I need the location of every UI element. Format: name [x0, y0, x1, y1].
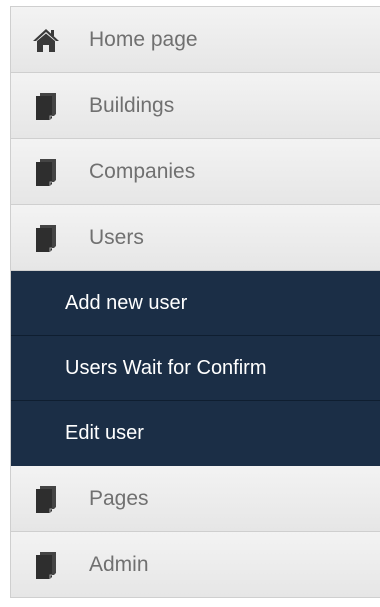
- submenu-item-label: Add new user: [65, 291, 188, 314]
- menu-item-label: Buildings: [89, 93, 175, 117]
- menu-item-label: Users: [89, 225, 144, 249]
- submenu-item-users-wait-for-confirm[interactable]: Users Wait for Confirm: [11, 336, 380, 401]
- menu-item-home-page[interactable]: Home page: [11, 7, 380, 73]
- submenu-item-label: Users Wait for Confirm: [65, 356, 267, 379]
- submenu-item-edit-user[interactable]: Edit user: [11, 401, 380, 466]
- menu-item-label: Pages: [89, 486, 149, 510]
- submenu-item-add-new-user[interactable]: Add new user: [11, 271, 380, 336]
- menu-item-admin[interactable]: Admin: [11, 532, 380, 598]
- submenu-item-label: Edit user: [65, 422, 144, 444]
- menu-item-companies[interactable]: Companies: [11, 139, 380, 205]
- menu-item-buildings[interactable]: Buildings: [11, 73, 380, 139]
- sidebar-menu: Home page Buildings Companies Users Add …: [10, 6, 380, 598]
- menu-item-label: Home page: [89, 27, 198, 51]
- menu-item-pages[interactable]: Pages: [11, 466, 380, 532]
- users-submenu: Add new user Users Wait for Confirm Edit…: [11, 271, 380, 466]
- menu-item-label: Companies: [89, 159, 196, 183]
- document-icon: [32, 484, 60, 514]
- document-icon: [32, 157, 60, 187]
- document-icon: [32, 550, 60, 580]
- menu-item-label: Admin: [89, 552, 149, 576]
- document-icon: [32, 91, 60, 121]
- home-icon: [32, 25, 60, 55]
- menu-item-users[interactable]: Users: [11, 205, 380, 271]
- document-icon: [32, 223, 60, 253]
